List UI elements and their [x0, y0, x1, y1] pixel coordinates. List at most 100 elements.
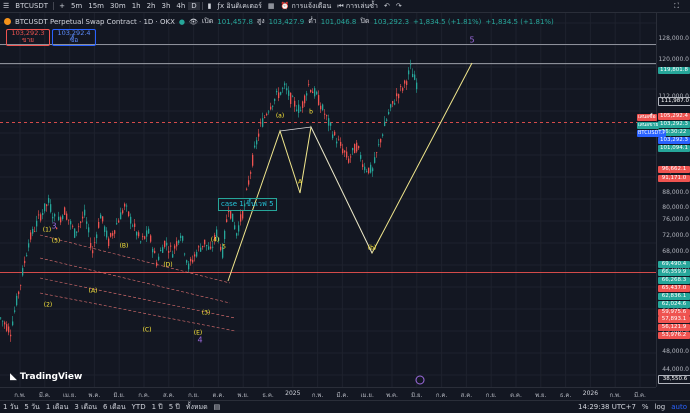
range-all[interactable]: ทั้งหมด — [183, 402, 211, 413]
wave-label: A — [297, 178, 303, 186]
percent-toggle[interactable]: % — [639, 403, 652, 411]
interval-30m[interactable]: 30m — [107, 2, 129, 10]
candle-body — [344, 150, 346, 153]
add-symbol-icon[interactable]: + — [56, 2, 68, 10]
range-1m[interactable]: 1 เดือน — [43, 402, 72, 413]
time-axis-label: มี.ค. — [336, 392, 349, 399]
time-axis[interactable]: ก.พ. มี.ค. เม.ย. พ.ค. มิ.ย. ก.ค. ส.ค. ก.ย. ต.ค. พ… — [0, 387, 656, 400]
interval-d[interactable]: D — [188, 2, 200, 10]
chart-type-icon[interactable]: ▮ — [205, 2, 215, 10]
candle-body — [298, 104, 300, 113]
candle-body — [340, 141, 342, 146]
indicators-button[interactable]: ƒx อินดิเคเตอร์ — [215, 1, 265, 12]
interval-2h[interactable]: 2h — [144, 2, 159, 10]
candle-body — [408, 70, 410, 75]
calendar-icon[interactable]: ▤ — [211, 403, 224, 411]
undo-icon[interactable]: ↶ — [381, 2, 393, 10]
sell-price-box[interactable]: 103,292.3 ขาย — [6, 29, 50, 46]
range-1y[interactable]: 1 ปี — [149, 402, 166, 413]
range-5y[interactable]: 5 ปี — [166, 402, 183, 413]
candle-body — [114, 230, 116, 234]
low-label: ต่ำ — [308, 17, 317, 25]
candle-body — [46, 204, 48, 207]
redo-icon[interactable]: ↷ — [393, 2, 405, 10]
candle-body — [350, 156, 352, 158]
range-6m[interactable]: 6 เดือน — [100, 402, 129, 413]
wave-label: (4) — [210, 236, 220, 244]
price-axis-tag: 103,292.3 — [658, 137, 690, 144]
symbol-search[interactable]: BTCUSDT — [12, 2, 51, 10]
range-1d[interactable]: 1 วัน — [0, 402, 21, 413]
candle-body — [358, 146, 360, 149]
candle-body — [328, 118, 330, 126]
divider — [53, 2, 55, 10]
time-axis-label: เม.ย. — [62, 392, 77, 399]
candle-body — [190, 258, 192, 262]
candle-body — [258, 133, 260, 137]
wave-label: (B) — [119, 242, 129, 250]
tradingview-logo-icon: ◣ — [10, 372, 17, 382]
candle-body — [394, 103, 396, 105]
interval-5m[interactable]: 5m — [68, 2, 85, 10]
interval-4h[interactable]: 4h — [173, 2, 188, 10]
time-axis-label: พ.ย. — [535, 392, 547, 399]
candle-body — [168, 250, 170, 253]
candle-body — [172, 254, 174, 258]
price-axis-label: 88,000.0 — [662, 189, 689, 196]
fullscreen-icon[interactable]: ⛶ — [671, 2, 682, 11]
range-3m[interactable]: 3 เดือน — [71, 402, 100, 413]
range-ytd[interactable]: YTD — [129, 403, 149, 411]
wave-label: (a) — [275, 112, 285, 120]
candle-body — [274, 98, 276, 101]
top-toolbar: ☰ BTCUSDT + 5m 15m 30m 1h 2h 3h 4h D ▮ ƒ… — [0, 0, 690, 13]
candle-body — [224, 230, 226, 239]
time-axis-label: 2025 — [285, 390, 301, 397]
interval-3h[interactable]: 3h — [158, 2, 173, 10]
buy-price-box[interactable]: 103,292.4 ซื้อ — [52, 29, 96, 46]
candle-body — [270, 106, 272, 110]
price-chart[interactable] — [0, 13, 656, 387]
layout-icon[interactable]: ▦ — [265, 2, 278, 10]
log-toggle[interactable]: log — [652, 403, 669, 411]
clock[interactable]: 14:29:38 UTC+7 — [575, 403, 639, 411]
candle-body — [92, 250, 94, 254]
alert-label: การแจ้งเตือน — [291, 1, 332, 10]
time-axis-label: มิ.ย. — [113, 392, 125, 399]
candle-body — [174, 245, 176, 249]
candle-body — [204, 239, 206, 245]
time-axis-label: ก.ย. — [188, 392, 200, 399]
candle-body — [332, 134, 334, 139]
range-5d[interactable]: 5 วัน — [21, 402, 42, 413]
replay-button[interactable]: ⏮ การเล่นซ้ำ — [334, 1, 381, 12]
eye-icon[interactable]: 👁 — [189, 18, 198, 26]
candle-body — [8, 326, 10, 333]
candle-body — [400, 86, 402, 87]
candle-body — [286, 88, 288, 91]
price-axis-tag: 103,292.3 — [658, 121, 690, 128]
tradingview-logo: ◣ TradingView — [10, 372, 82, 382]
candle-body — [128, 211, 130, 217]
candle-body — [202, 245, 204, 248]
candle-body — [106, 230, 108, 238]
annotation-note[interactable]: case 1 ขึ้นเวฟ 5 — [218, 198, 277, 211]
candle-body — [142, 236, 144, 238]
alert-button[interactable]: ⏰ การแจ้งเตือน — [278, 1, 335, 12]
price-axis[interactable]: 128,000.0120,000.0112,000.0104,000.096,0… — [656, 13, 690, 387]
menu-icon[interactable]: ☰ — [0, 2, 12, 10]
price-axis-label: 120,000.0 — [658, 56, 689, 63]
candle-body — [134, 223, 136, 227]
interval-15m[interactable]: 15m — [85, 2, 107, 10]
candle-body — [362, 164, 364, 167]
candle-body — [380, 139, 382, 143]
candle-body — [136, 231, 138, 236]
candle-body — [176, 241, 178, 247]
candle-body — [318, 95, 320, 106]
candle-body — [290, 92, 292, 104]
auto-toggle[interactable]: auto — [668, 403, 690, 411]
price-axis-tag: 101,094.1 — [658, 145, 690, 152]
candle-body — [188, 263, 190, 270]
candle-body — [326, 115, 328, 117]
interval-1h[interactable]: 1h — [129, 2, 144, 10]
price-axis-tag: 119,801.8 — [658, 67, 690, 74]
candle-body — [276, 90, 278, 93]
